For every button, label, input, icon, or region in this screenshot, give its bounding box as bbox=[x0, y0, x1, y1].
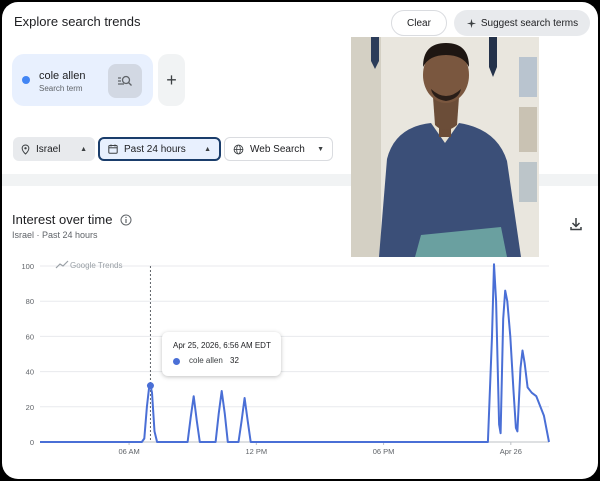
download-icon[interactable] bbox=[568, 216, 584, 232]
person-photo bbox=[351, 37, 539, 257]
sparkle-icon bbox=[466, 18, 476, 28]
search-type-filter[interactable]: Web Search ▼ bbox=[224, 137, 333, 161]
term-search-button[interactable] bbox=[108, 64, 142, 98]
suggest-search-terms-button[interactable]: Suggest search terms bbox=[454, 10, 590, 36]
info-icon[interactable] bbox=[120, 214, 132, 226]
tooltip-series-dot bbox=[173, 358, 180, 365]
caret-up-icon: ▲ bbox=[80, 145, 87, 153]
y-tick-label: 40 bbox=[26, 368, 34, 377]
location-filter-label: Israel bbox=[36, 143, 61, 155]
y-tick-label: 60 bbox=[26, 332, 34, 341]
x-tick-label: Apr 26 bbox=[500, 447, 522, 456]
location-filter[interactable]: Israel ▲ bbox=[13, 137, 95, 161]
x-tick-label: 06 PM bbox=[373, 447, 395, 456]
interest-over-time-title: Interest over time bbox=[12, 212, 132, 227]
clear-button[interactable]: Clear bbox=[391, 10, 447, 36]
caret-down-icon: ▼ bbox=[317, 145, 324, 153]
y-tick-label: 80 bbox=[26, 297, 34, 306]
page-title: Explore search trends bbox=[14, 14, 141, 29]
watermark-text: Google Trends bbox=[70, 261, 122, 270]
add-term-button[interactable]: + bbox=[158, 54, 185, 106]
y-tick-label: 100 bbox=[21, 262, 34, 271]
search-list-icon bbox=[118, 75, 132, 86]
time-range-filter[interactable]: Past 24 hours ▲ bbox=[98, 137, 221, 161]
search-term-name: cole allen bbox=[39, 70, 86, 82]
hover-point bbox=[146, 382, 154, 390]
x-tick-label: 06 AM bbox=[118, 447, 139, 456]
location-pin-icon bbox=[21, 144, 30, 155]
section-subtitle: Israel · Past 24 hours bbox=[12, 230, 98, 240]
time-range-filter-label: Past 24 hours bbox=[124, 143, 186, 155]
suggest-search-terms-label: Suggest search terms bbox=[480, 17, 579, 29]
caret-up-icon: ▲ bbox=[204, 145, 211, 153]
search-term-card[interactable]: cole allen Search term bbox=[12, 54, 153, 106]
search-term-subtitle: Search term bbox=[39, 84, 83, 93]
trends-window: Explore search trends Clear Suggest sear… bbox=[2, 2, 598, 479]
interest-chart[interactable]: 100 80 60 40 20 0 06 AM 12 PM 06 PM Apr 26 Googl… bbox=[2, 252, 598, 467]
tooltip-series-name: cole allen bbox=[189, 356, 223, 365]
plus-icon: + bbox=[166, 69, 177, 90]
term-color-dot bbox=[22, 76, 30, 84]
chart-tooltip: Apr 25, 2026, 6:56 AM EDT cole allen 32 bbox=[162, 332, 281, 376]
x-tick-label: 12 PM bbox=[245, 447, 267, 456]
y-tick-label: 0 bbox=[30, 438, 34, 447]
globe-icon bbox=[233, 144, 244, 154]
section-title-text: Interest over time bbox=[12, 212, 113, 227]
search-type-filter-label: Web Search bbox=[250, 143, 305, 155]
calendar-icon bbox=[108, 144, 118, 154]
series-line-cole-allen bbox=[40, 263, 550, 443]
tooltip-date: Apr 25, 2026, 6:56 AM EDT bbox=[173, 341, 271, 350]
tooltip-value: 32 bbox=[230, 356, 239, 365]
y-tick-label: 20 bbox=[26, 403, 34, 412]
